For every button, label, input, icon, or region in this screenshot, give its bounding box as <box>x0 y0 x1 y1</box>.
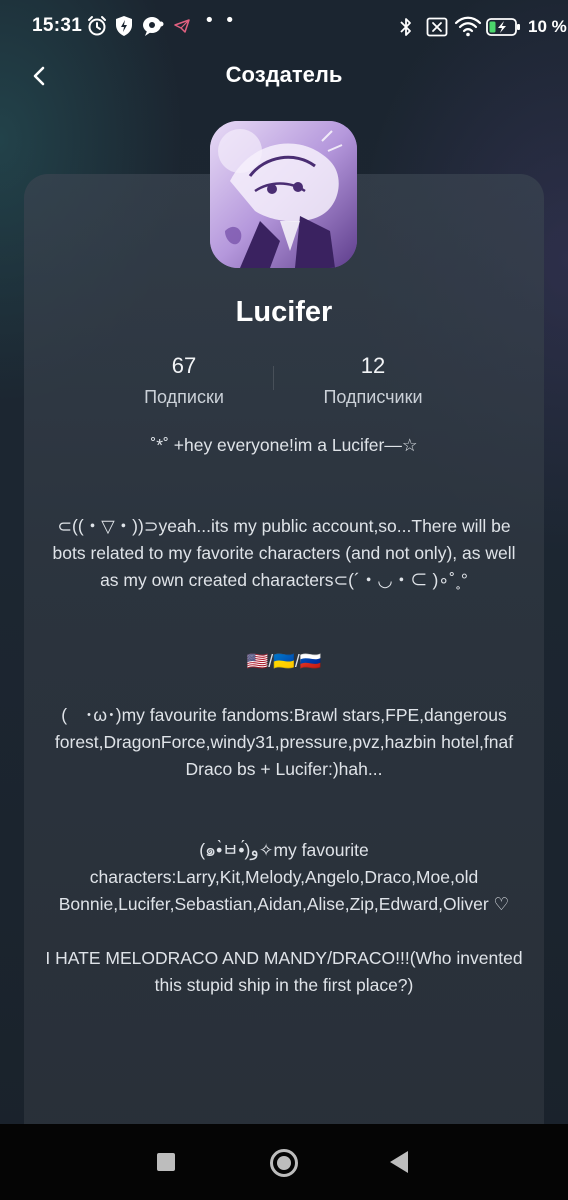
home-icon[interactable] <box>270 1149 298 1177</box>
following-count: 67 <box>171 353 197 378</box>
followers-stat[interactable]: 12 Подписчики <box>283 352 463 410</box>
stats-divider <box>273 366 274 390</box>
avatar-illustration <box>210 121 357 268</box>
following-stat[interactable]: 67 Подписки <box>94 352 274 410</box>
bio-flags: 🇺🇸/🇺🇦/🇷🇺 <box>246 651 322 671</box>
recent-apps-icon[interactable] <box>157 1153 175 1171</box>
bio-paragraph-fandoms: ( ･ω･)my favourite fandoms:Brawl stars,F… <box>54 705 514 752</box>
followers-count: 12 <box>360 353 386 378</box>
bluetooth-icon <box>400 18 411 36</box>
followers-label: Подписчики <box>323 387 423 407</box>
chat-bubble-icon <box>143 17 164 36</box>
bio-line-ship: Draco bs + Lucifer:)hah... <box>185 759 383 779</box>
bio-paragraph-account: ⊂((・▽・))⊃yeah...its my public account,so… <box>52 516 516 590</box>
battery-percent: 10 % <box>528 17 567 36</box>
bio-text: ˚*˚ +hey everyone!im a Lucifer—☆ ⊂((・▽・)… <box>44 432 524 999</box>
wifi-icon <box>454 16 482 37</box>
bio-line-intro: ˚*˚ +hey everyone!im a Lucifer—☆ <box>150 435 418 455</box>
battery-charging-icon <box>486 18 520 36</box>
system-nav-bar <box>0 1124 568 1200</box>
header: Создатель <box>0 54 568 98</box>
telegram-icon <box>174 19 190 33</box>
alarm-icon <box>88 16 106 36</box>
status-bar: 15:31 • • 10 % <box>0 0 568 54</box>
following-label: Подписки <box>144 387 224 407</box>
avatar[interactable] <box>210 121 357 268</box>
page-title: Создатель <box>225 62 343 87</box>
back-triangle-icon[interactable] <box>390 1151 408 1173</box>
status-dots: • • <box>204 10 237 31</box>
bio-paragraph-hate: I HATE MELODRACO AND MANDY/DRACO!!!(Who … <box>45 948 523 995</box>
shield-bolt-icon <box>116 16 132 36</box>
username: Lucifer <box>235 296 333 328</box>
bio-paragraph-characters: (๑•̀ㅂ•́)و✧my favourite characters:Larry,… <box>58 840 510 914</box>
no-sim-icon <box>426 17 448 37</box>
status-time: 15:31 <box>32 15 83 36</box>
